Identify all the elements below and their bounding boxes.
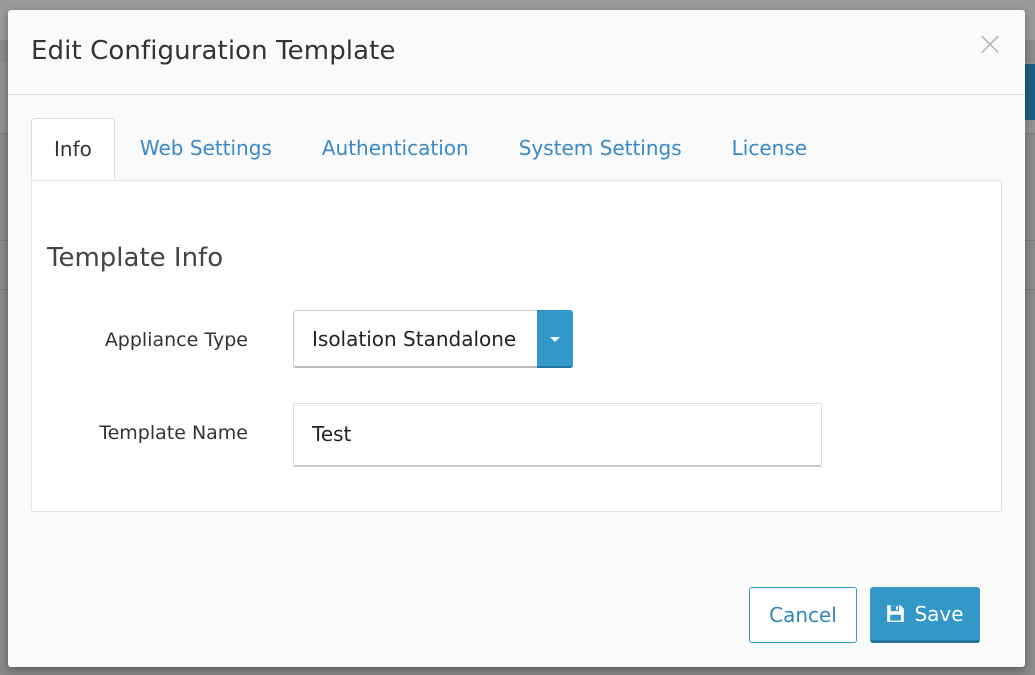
- edit-template-modal: Edit Configuration Template × Info Web S…: [8, 10, 1025, 667]
- tab-web-settings[interactable]: Web Settings: [115, 118, 297, 180]
- tab-system-settings[interactable]: System Settings: [494, 118, 707, 180]
- close-icon[interactable]: ×: [975, 27, 1005, 61]
- section-title: Template Info: [47, 243, 224, 273]
- chevron-down-icon[interactable]: [537, 310, 573, 368]
- modal-header: Edit Configuration Template ×: [8, 10, 1025, 95]
- appliance-type-value: Isolation Standalone: [312, 327, 517, 351]
- tab-bar: Info Web Settings Authentication System …: [31, 118, 832, 180]
- info-tab-panel: Template Info Appliance Type Isolation S…: [31, 180, 1002, 512]
- appliance-type-select[interactable]: Isolation Standalone: [293, 310, 573, 368]
- save-button-label: Save: [914, 601, 964, 626]
- template-name-input[interactable]: Test: [293, 403, 822, 467]
- modal-title: Edit Configuration Template: [31, 36, 396, 66]
- tab-info[interactable]: Info: [31, 118, 115, 180]
- appliance-type-label: Appliance Type: [104, 329, 248, 351]
- cancel-button-label: Cancel: [769, 603, 837, 627]
- save-button[interactable]: Save: [870, 587, 980, 643]
- cancel-button[interactable]: Cancel: [749, 587, 857, 643]
- template-name-label: Template Name: [99, 422, 248, 444]
- tab-license[interactable]: License: [707, 118, 832, 180]
- tab-authentication[interactable]: Authentication: [297, 118, 494, 180]
- floppy-disk-icon: [887, 605, 905, 622]
